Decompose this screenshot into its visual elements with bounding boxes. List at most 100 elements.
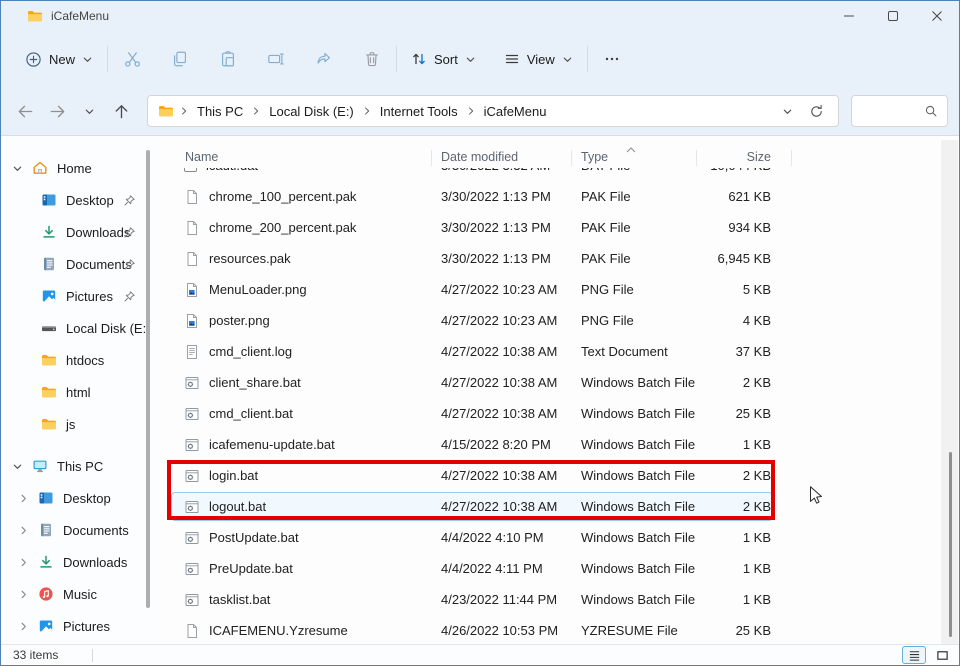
sidebar-item-downloads[interactable]: Downloads <box>1 546 161 578</box>
rename-button[interactable] <box>256 41 296 77</box>
status-divider <box>92 649 93 662</box>
file-row-icafemenu-update-bat[interactable]: icafemenu-update.bat 4/15/2022 8:20 PM W… <box>161 429 781 460</box>
column-header-type[interactable]: Type <box>581 150 701 168</box>
file-row-client-share-bat[interactable]: client_share.bat 4/27/2022 10:38 AM Wind… <box>161 367 781 398</box>
file-name: chrome_200_percent.pak <box>209 220 356 235</box>
column-divider[interactable] <box>431 150 432 166</box>
sidebar-item-music[interactable]: Music <box>1 578 161 610</box>
column-divider[interactable] <box>791 150 792 166</box>
file-row-icafemenu-yzresume[interactable]: ICAFEMENU.Yzresume 4/26/2022 10:53 PM YZ… <box>161 615 781 646</box>
file-row-cmd-client-bat[interactable]: cmd_client.bat 4/27/2022 10:38 AM Window… <box>161 398 781 429</box>
file-name: login.bat <box>209 468 258 483</box>
file-row-postupdate-bat[interactable]: PostUpdate.bat 4/4/2022 4:10 PM Windows … <box>161 522 781 553</box>
column-header-name[interactable]: Name <box>161 150 441 168</box>
toolbar-separator <box>587 46 588 72</box>
item-count: 33 items <box>13 648 58 662</box>
sidebar-item-pictures[interactable]: Pictures <box>1 280 161 312</box>
delete-button[interactable] <box>352 41 392 77</box>
sidebar-item-js[interactable]: js <box>1 408 161 440</box>
expander-slot[interactable] <box>17 493 29 504</box>
file-date-modified: 4/27/2022 10:38 AM <box>441 406 581 421</box>
refresh-button[interactable] <box>809 104 824 119</box>
minimize-button[interactable] <box>827 1 871 31</box>
mouse-cursor <box>805 484 827 511</box>
copy-button[interactable] <box>160 41 200 77</box>
column-divider[interactable] <box>571 150 572 166</box>
file-row-chrome-100-percent-pak[interactable]: chrome_100_percent.pak 3/30/2022 1:13 PM… <box>161 181 781 212</box>
column-divider[interactable] <box>696 150 697 166</box>
expander-slot[interactable] <box>17 557 29 568</box>
file-row-cmd-client-log[interactable]: cmd_client.log 4/27/2022 10:38 AM Text D… <box>161 336 781 367</box>
expander-slot[interactable] <box>17 525 29 536</box>
breadcrumb-item-local-disk-e[interactable]: Local Disk (E:) <box>264 101 359 122</box>
file-row-tasklist-bat[interactable]: tasklist.bat 4/23/2022 11:44 PM Windows … <box>161 584 781 615</box>
file-name: MenuLoader.png <box>209 282 307 297</box>
large-icons-view-button[interactable] <box>930 646 954 664</box>
file-row-menuloader-png[interactable]: MenuLoader.png 4/27/2022 10:23 AM PNG Fi… <box>161 274 781 305</box>
paste-button[interactable] <box>208 41 248 77</box>
chevron-right-icon <box>18 493 29 504</box>
sort-icon <box>411 51 427 67</box>
breadcrumb-item-internet-tools[interactable]: Internet Tools <box>375 101 463 122</box>
expander-slot[interactable] <box>11 163 23 174</box>
expander-slot[interactable] <box>11 461 23 472</box>
sidebar-item-this-pc[interactable]: This PC <box>1 450 161 482</box>
see-more-button[interactable] <box>592 41 632 77</box>
sidebar-scrollbar[interactable] <box>146 150 150 608</box>
file-type: Windows Batch File <box>581 437 701 452</box>
sidebar-item-downloads[interactable]: Downloads <box>1 216 161 248</box>
share-button[interactable] <box>304 41 344 77</box>
file-row-preupdate-bat[interactable]: PreUpdate.bat 4/4/2022 4:11 PM Windows B… <box>161 553 781 584</box>
file-row-login-bat[interactable]: login.bat 4/27/2022 10:38 AM Windows Bat… <box>161 460 781 491</box>
plus-circle-icon <box>25 51 42 68</box>
sidebar-item-desktop[interactable]: Desktop <box>1 482 161 514</box>
sidebar-item-documents[interactable]: Documents <box>1 514 161 546</box>
file-row-poster-png[interactable]: poster.png 4/27/2022 10:23 AM PNG File 4… <box>161 305 781 336</box>
folder-icon <box>41 384 57 400</box>
expander-slot[interactable] <box>17 621 29 632</box>
file-type: PNG File <box>581 313 701 328</box>
forward-button[interactable] <box>41 95 73 127</box>
view-button[interactable]: View <box>494 41 583 77</box>
sidebar-item-home[interactable]: Home <box>1 152 161 184</box>
file-row-resources-pak[interactable]: resources.pak 3/30/2022 1:13 PM PAK File… <box>161 243 781 274</box>
new-button[interactable]: New <box>15 41 103 77</box>
close-button[interactable] <box>915 1 959 31</box>
breadcrumb-separator <box>176 106 192 116</box>
column-header-size[interactable]: Size <box>701 150 771 168</box>
folder-icon <box>27 8 43 24</box>
expander-slot[interactable] <box>17 589 29 600</box>
maximize-button[interactable] <box>871 1 915 31</box>
sidebar-item-documents[interactable]: Documents <box>1 248 161 280</box>
pin-slot <box>123 290 136 303</box>
sidebar-item-label: Desktop <box>66 193 114 208</box>
breadcrumb-item-this-pc[interactable]: This PC <box>192 101 248 122</box>
list-scrollbar-thumb[interactable] <box>949 452 952 637</box>
item-checkbox[interactable] <box>184 168 197 172</box>
details-view-button[interactable] <box>902 646 926 664</box>
sidebar-item-pictures[interactable]: Pictures <box>1 610 161 642</box>
back-button[interactable] <box>9 95 41 127</box>
file-date-modified: 4/15/2022 8:20 PM <box>441 437 581 452</box>
file-row-chrome-200-percent-pak[interactable]: chrome_200_percent.pak 3/30/2022 1:13 PM… <box>161 212 781 243</box>
sidebar-item-html[interactable]: html <box>1 376 161 408</box>
breadcrumb-item-icafemenu[interactable]: iCafeMenu <box>479 101 552 122</box>
sort-button[interactable]: Sort <box>401 41 486 77</box>
sidebar-item-local-disk-e[interactable]: Local Disk (E:) <box>1 312 161 344</box>
folder-icon <box>158 103 174 119</box>
cut-button[interactable] <box>112 41 152 77</box>
sidebar-item-htdocs[interactable]: htdocs <box>1 344 161 376</box>
recent-locations-button[interactable] <box>73 95 105 127</box>
address-dropdown-button[interactable] <box>782 106 793 117</box>
batch-file-icon <box>184 530 200 546</box>
column-header-date-modified[interactable]: Date modified <box>441 150 581 168</box>
search-input[interactable] <box>852 104 924 118</box>
file-row-icautl-dat[interactable]: icautl.dat 3/30/2022 3:32 AM DAT File 10… <box>161 168 781 181</box>
sidebar-item-desktop[interactable]: Desktop <box>1 184 161 216</box>
list-scrollbar-track[interactable] <box>941 140 958 644</box>
file-name: cmd_client.log <box>209 344 292 359</box>
file-row-logout-bat[interactable]: logout.bat 4/27/2022 10:38 AM Windows Ba… <box>161 491 781 522</box>
up-button[interactable] <box>105 95 137 127</box>
pin-icon <box>123 258 136 271</box>
breadcrumb-separator <box>359 106 375 116</box>
